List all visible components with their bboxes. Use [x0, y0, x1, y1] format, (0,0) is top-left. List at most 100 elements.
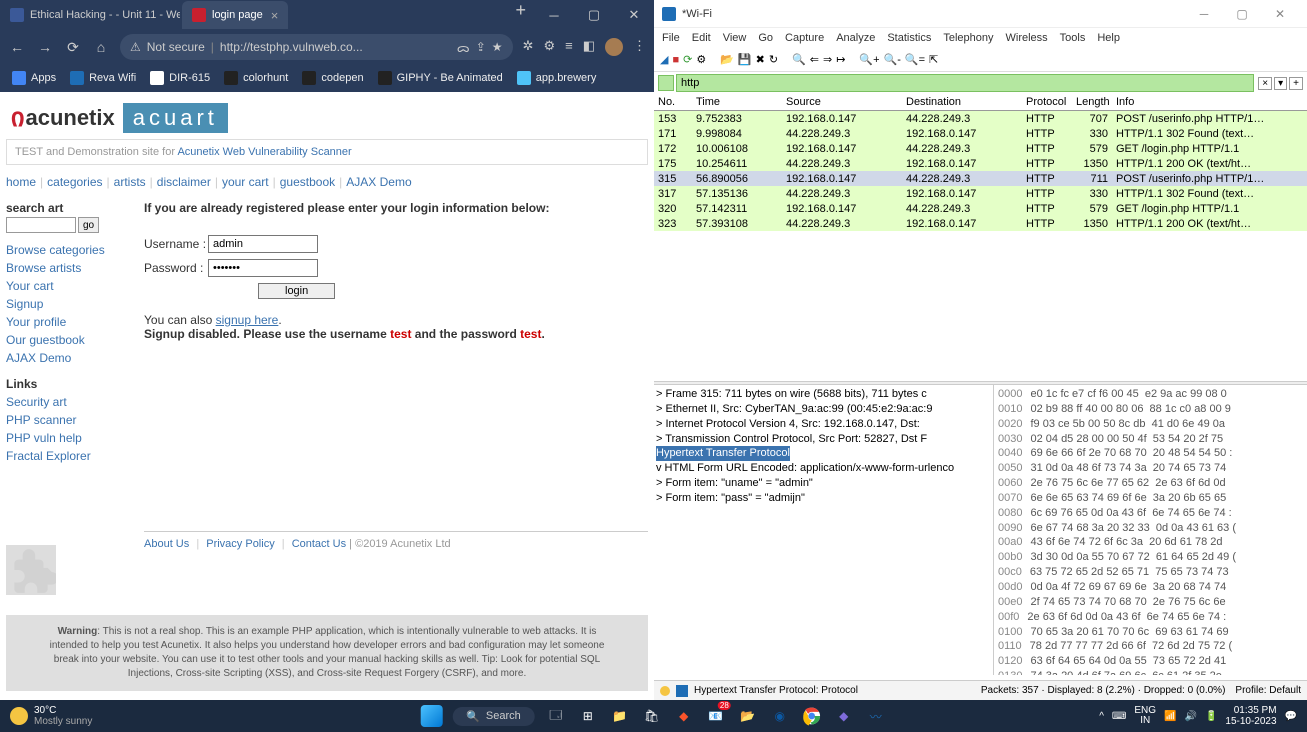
chrome-icon[interactable]: [801, 705, 823, 727]
edge-icon[interactable]: ◉: [769, 705, 791, 727]
ws-menu-item[interactable]: Telephony: [943, 32, 993, 44]
explorer-icon[interactable]: 📁: [609, 705, 631, 727]
avatar-icon[interactable]: [605, 38, 623, 56]
packet-row[interactable]: 17510.25461144.228.249.3192.168.0.147HTT…: [654, 156, 1307, 171]
ws-options-icon[interactable]: ⚙: [696, 53, 706, 66]
demo-link[interactable]: Acunetix Web Vulnerability Scanner: [177, 146, 351, 158]
sidepanel-icon[interactable]: ◧: [583, 38, 595, 56]
ws-menu-item[interactable]: Statistics: [887, 32, 931, 44]
folder-icon[interactable]: 📂: [737, 705, 759, 727]
window-close-icon[interactable]: ✕: [614, 0, 654, 30]
ws-prev-icon[interactable]: ⇐: [810, 53, 819, 66]
hex-line[interactable]: 005031 0d 0a 48 6f 73 74 3a 20 74 65 73 …: [998, 461, 1303, 476]
more-icon[interactable]: ⋮: [633, 38, 646, 56]
tray-notifications-icon[interactable]: 💬: [1285, 711, 1297, 722]
ws-menu-item[interactable]: View: [723, 32, 747, 44]
packet-row[interactable]: 32357.39310844.228.249.3192.168.0.147HTT…: [654, 216, 1307, 231]
packet-tree[interactable]: > Frame 315: 711 bytes on wire (5688 bit…: [654, 385, 994, 675]
ws-zoomout-icon[interactable]: 🔍-: [884, 53, 901, 66]
tree-line[interactable]: > Ethernet II, Src: CyberTAN_9a:ac:99 (0…: [656, 402, 991, 417]
col-time[interactable]: Time: [692, 96, 782, 108]
window-minimize-icon[interactable]: ─: [534, 0, 574, 30]
topnav-link[interactable]: your cart: [222, 175, 269, 189]
tab-close-icon[interactable]: ×: [271, 8, 279, 23]
ws-restart-icon[interactable]: ⟳: [683, 53, 692, 66]
hex-line[interactable]: 00b03d 30 0d 0a 55 70 67 72 61 64 65 2d …: [998, 550, 1303, 565]
bookmark-item[interactable]: app.brewery: [517, 71, 597, 85]
topnav-link[interactable]: guestbook: [280, 175, 335, 189]
wireshark-taskbar-icon[interactable]: 〰: [865, 705, 887, 727]
tray-wifi-icon[interactable]: 📶: [1164, 711, 1176, 722]
obsidian-icon[interactable]: ◆: [833, 705, 855, 727]
ws-menu-item[interactable]: Go: [758, 32, 773, 44]
filter-bookmark> -icon[interactable]: [658, 75, 674, 91]
hex-line[interactable]: 00602e 76 75 6c 6e 77 65 62 2e 63 6f 6d …: [998, 476, 1303, 491]
hex-line[interactable]: 013074 3a 20 4d 6f 7a 69 6c 6c 61 2f 35 …: [998, 669, 1303, 675]
packet-row[interactable]: 17210.006108192.168.0.14744.228.249.3HTT…: [654, 141, 1307, 156]
ws-goto-icon[interactable]: ↦: [836, 53, 845, 66]
hex-line[interactable]: 004069 6e 66 6f 2e 70 68 70 20 48 54 54 …: [998, 446, 1303, 461]
bookmark-item[interactable]: Reva Wifi: [70, 71, 136, 85]
ws-stop-icon[interactable]: ■: [672, 54, 679, 66]
hex-line[interactable]: 0000e0 1c fc e7 cf f6 00 45 e2 9a ac 99 …: [998, 387, 1303, 402]
tray-expand-icon[interactable]: ^: [1099, 711, 1104, 722]
search-go-button[interactable]: go: [78, 217, 99, 233]
ws-reload-icon[interactable]: ↻: [769, 53, 778, 66]
status-profile[interactable]: Profile: Default: [1235, 685, 1301, 696]
extensions-icon[interactable]: ✲: [523, 38, 534, 56]
taskview-icon[interactable]: ⊞: [577, 705, 599, 727]
hex-line[interactable]: 003002 04 d5 28 00 00 50 4f 53 54 20 2f …: [998, 432, 1303, 447]
search-input[interactable]: [6, 217, 76, 233]
ws-close-icon[interactable]: ✖: [756, 53, 765, 66]
hex-line[interactable]: 011078 2d 77 77 77 2d 66 6f 72 6d 2d 75 …: [998, 639, 1303, 654]
browser-tab[interactable]: login page×: [182, 1, 288, 29]
hex-line[interactable]: 00e02f 74 65 73 74 70 68 70 2e 76 75 6c …: [998, 595, 1303, 610]
tree-line[interactable]: Hypertext Transfer Protocol: [656, 446, 790, 461]
username-input[interactable]: [208, 235, 318, 253]
ws-save-icon[interactable]: 💾: [738, 53, 752, 66]
ws-menu-item[interactable]: Tools: [1060, 32, 1086, 44]
hex-line[interactable]: 00c063 75 72 65 2d 52 65 71 75 65 73 74 …: [998, 565, 1303, 580]
filter-add-icon[interactable]: +: [1289, 77, 1303, 90]
col-info[interactable]: Info: [1112, 96, 1307, 108]
home-icon[interactable]: ⌂: [92, 39, 110, 55]
hex-line[interactable]: 00a043 6f 6e 74 72 6f 6c 3a 20 6d 61 78 …: [998, 535, 1303, 550]
share-icon[interactable]: ⇪: [476, 40, 486, 54]
new-tab-button[interactable]: +: [507, 0, 534, 21]
weather-widget[interactable]: 30°C Mostly sunny: [10, 705, 92, 727]
ws-menu-item[interactable]: Capture: [785, 32, 824, 44]
filter-apply-icon[interactable]: ▾: [1274, 77, 1287, 90]
topnav-link[interactable]: disclaimer: [157, 175, 211, 189]
bookmark-item[interactable]: colorhunt: [224, 71, 288, 85]
tree-line[interactable]: > Frame 315: 711 bytes on wire (5688 bit…: [656, 387, 991, 402]
password-input[interactable]: [208, 259, 318, 277]
ws-start-icon[interactable]: ◢: [660, 53, 668, 66]
ws-menu-item[interactable]: Analyze: [836, 32, 875, 44]
sidebar-link[interactable]: Signup: [6, 295, 134, 313]
back-icon[interactable]: ←: [8, 39, 26, 55]
tray-clock[interactable]: 01:35 PM15-10-2023: [1225, 705, 1276, 727]
footer-privacy[interactable]: Privacy Policy: [206, 538, 274, 550]
tree-line[interactable]: > Form item: "pass" = "admijn": [656, 491, 991, 506]
footer-about[interactable]: About Us: [144, 538, 189, 550]
sidebar-link[interactable]: Fractal Explorer: [6, 447, 134, 465]
packet-row[interactable]: 31556.890056192.168.0.14744.228.249.3HTT…: [654, 171, 1307, 186]
col-length[interactable]: Length: [1072, 96, 1112, 108]
bookmark-item[interactable]: GIPHY - Be Animated: [378, 71, 503, 85]
start-icon[interactable]: [420, 705, 442, 727]
tree-line[interactable]: > Form item: "uname" = "admin": [656, 476, 991, 491]
ws-minimize-icon[interactable]: ─: [1185, 7, 1223, 21]
mail-icon[interactable]: 📧28: [705, 705, 727, 727]
url-input[interactable]: ⚠ Not secure | http://testphp.vulnweb.co…: [120, 34, 513, 60]
ws-find-icon[interactable]: 🔍: [792, 53, 806, 66]
hex-line[interactable]: 012063 6f 64 65 64 0d 0a 55 73 65 72 2d …: [998, 654, 1303, 669]
hex-line[interactable]: 00d00d 0a 4f 72 69 67 69 6e 3a 20 68 74 …: [998, 580, 1303, 595]
packet-row[interactable]: 32057.142311192.168.0.14744.228.249.3HTT…: [654, 201, 1307, 216]
ws-zoomin-icon[interactable]: 🔍+: [859, 53, 879, 66]
bookmark-item[interactable]: codepen: [302, 71, 363, 85]
window-maximize-icon[interactable]: ▢: [574, 0, 614, 30]
filter-clear-icon[interactable]: ×: [1258, 77, 1272, 90]
tray-battery-icon[interactable]: 🔋: [1205, 711, 1217, 722]
hex-dump[interactable]: 0000e0 1c fc e7 cf f6 00 45 e2 9a ac 99 …: [994, 385, 1307, 675]
sidebar-link[interactable]: AJAX Demo: [6, 349, 134, 367]
